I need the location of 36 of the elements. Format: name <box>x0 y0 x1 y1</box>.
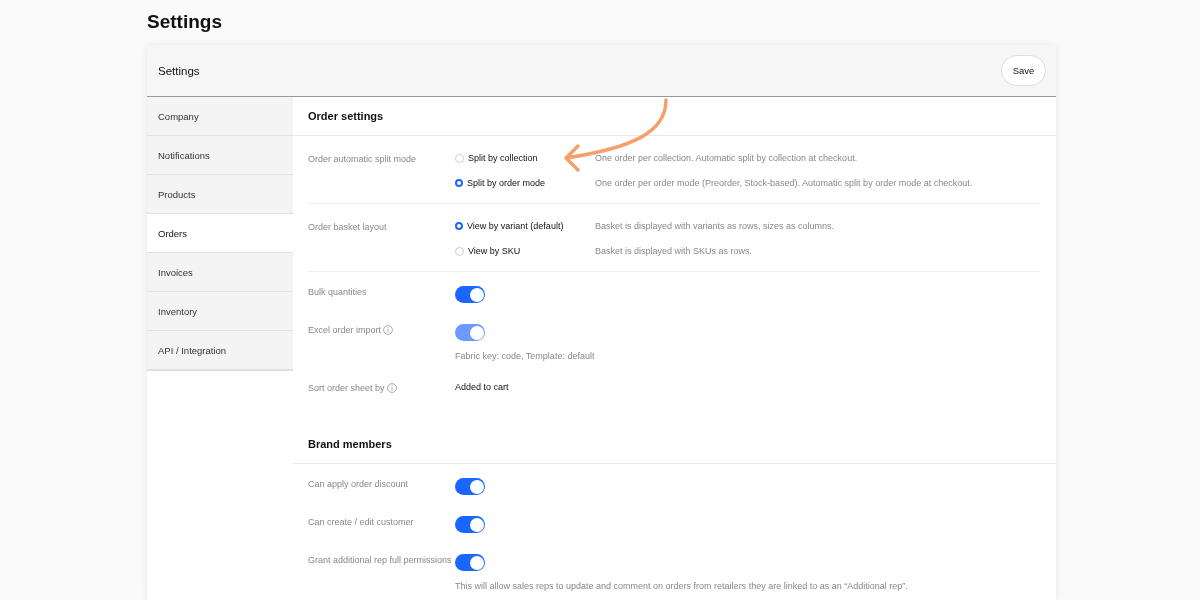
save-button[interactable]: Save <box>1001 55 1046 86</box>
section-title: Order settings <box>308 110 384 122</box>
option-description: Basket is displayed with variants as rows, sizes as columns. <box>595 221 835 231</box>
setting-label: Excel order import <box>308 324 382 337</box>
option-description: Basket is displayed with SKUs as rows. <box>595 246 753 256</box>
setting-note: This will allow sales reps to update and comment on orders from retailers they are linked to as an “Additional rep”. <box>455 581 908 591</box>
toggle-switch[interactable] <box>455 554 485 571</box>
radio-icon[interactable] <box>455 179 463 187</box>
setting-label: Order basket layout <box>308 221 387 234</box>
radio-option[interactable]: Split by order mode <box>455 178 595 188</box>
setting-label: Bulk quantities <box>308 286 367 299</box>
setting-value: Added to cart <box>455 382 509 394</box>
toggle-switch[interactable] <box>455 516 485 533</box>
panel-title: Settings <box>158 64 200 77</box>
radio-icon[interactable] <box>455 222 463 230</box>
option-description: One order per collection. Automatic split by collection at checkout. <box>595 153 858 163</box>
toggle-switch[interactable] <box>455 478 485 495</box>
setting-label: Grant additional rep full permissions <box>308 554 452 567</box>
option-description: One order per order mode (Preorder, Stock-based). Automatic split by order mode at checkout. <box>595 178 973 188</box>
section-title: Brand members <box>308 438 392 450</box>
sidebar-item[interactable]: Invoices <box>147 253 293 292</box>
sidebar-item[interactable]: Company <box>147 97 293 136</box>
setting-note: Fabric key: code, Template: default <box>455 351 595 361</box>
radio-option[interactable]: Split by collection <box>455 153 595 163</box>
sidebar-item[interactable]: API / Integration <box>147 331 293 370</box>
setting-label: Can create / edit customer <box>308 516 414 529</box>
radio-option[interactable]: View by SKU <box>455 246 595 256</box>
setting-label: Order automatic split mode <box>308 153 417 166</box>
setting-label: Sort order sheet by <box>308 382 385 395</box>
sidebar-item[interactable]: Notifications <box>147 136 293 175</box>
setting-label: Can apply order discount <box>308 478 409 491</box>
sidebar-item[interactable]: Orders <box>147 214 293 253</box>
page-title: Settings <box>147 11 222 33</box>
toggle-switch[interactable] <box>455 286 485 303</box>
sidebar-item[interactable]: Inventory <box>147 292 293 331</box>
radio-option[interactable]: View by variant (default) <box>455 221 595 231</box>
